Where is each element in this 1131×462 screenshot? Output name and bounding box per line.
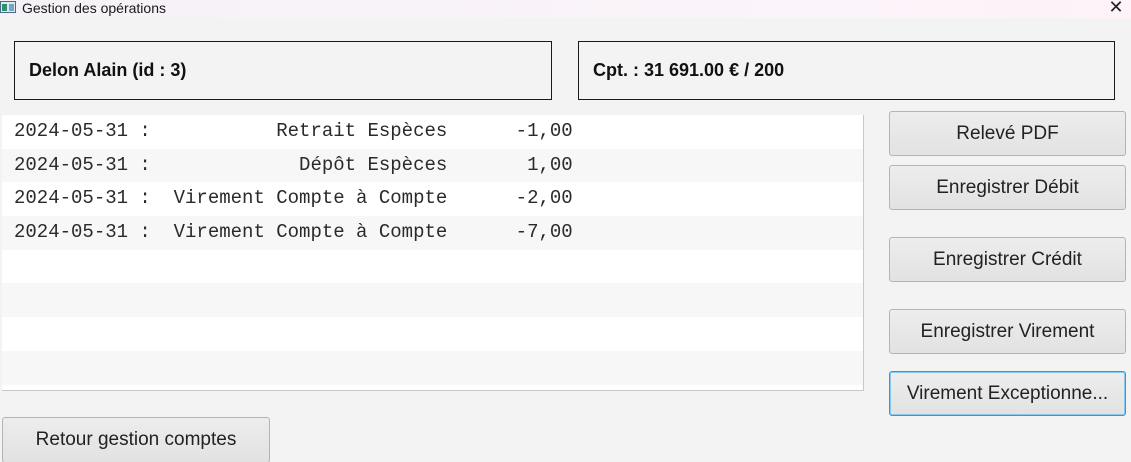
window-title: Gestion des opérations	[22, 0, 166, 16]
operations-list[interactable]: 2024-05-31 : Retrait Espèces -1,00 2024-…	[2, 115, 864, 391]
list-item-empty	[2, 317, 863, 351]
virement-exceptionnel-button[interactable]: Virement Exceptionne...	[889, 371, 1126, 416]
close-icon[interactable]: ✕	[1107, 0, 1125, 16]
list-item[interactable]: 2024-05-31 : Dépôt Espèces 1,00	[2, 148, 863, 183]
app-icon	[0, 1, 16, 13]
operations-window: Gestion des opérations ✕ Delon Alain (id…	[0, 0, 1131, 462]
list-item[interactable]: 2024-05-31 : Virement Compte à Compte -2…	[2, 182, 863, 217]
account-info-box: Cpt. : 31 691.00 € / 200	[578, 41, 1115, 100]
list-item[interactable]: 2024-05-31 : Virement Compte à Compte -7…	[2, 216, 863, 250]
releve-pdf-button[interactable]: Relevé PDF	[889, 111, 1126, 156]
list-item-empty	[2, 350, 863, 385]
enregistrer-credit-button[interactable]: Enregistrer Crédit	[889, 237, 1126, 282]
retour-gestion-comptes-button[interactable]: Retour gestion comptes	[2, 417, 270, 462]
title-bar[interactable]: Gestion des opérations ✕	[0, 0, 1131, 18]
list-item-empty	[2, 249, 863, 284]
client-label: Delon Alain (id : 3)	[29, 60, 187, 80]
account-label: Cpt. : 31 691.00 € / 200	[593, 60, 785, 80]
list-item-empty	[2, 283, 863, 318]
enregistrer-virement-button[interactable]: Enregistrer Virement	[889, 309, 1126, 354]
list-item[interactable]: 2024-05-31 : Retrait Espèces -1,00	[2, 115, 863, 149]
enregistrer-debit-button[interactable]: Enregistrer Débit	[889, 165, 1126, 210]
client-info-box: Delon Alain (id : 3)	[14, 41, 552, 100]
